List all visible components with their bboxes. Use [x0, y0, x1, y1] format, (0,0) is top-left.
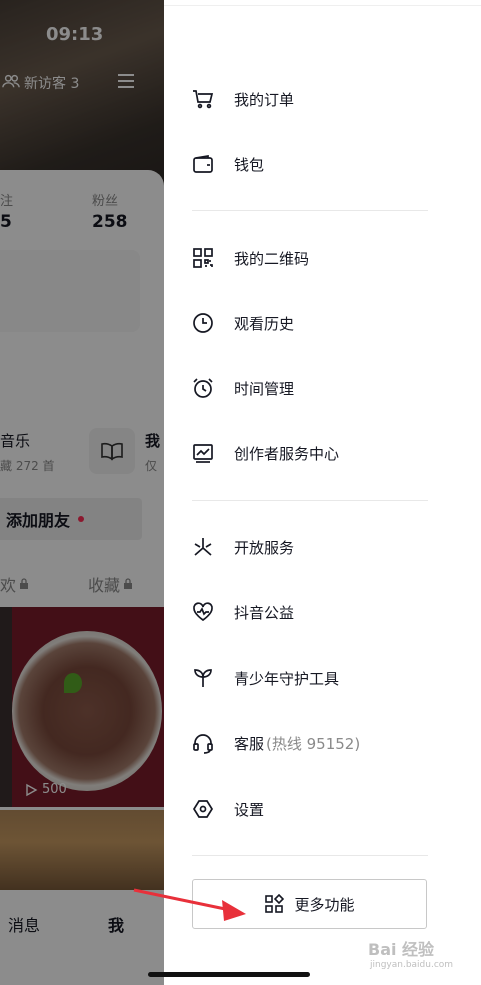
- clock-icon: [192, 312, 214, 334]
- menu-label: 抖音公益: [234, 603, 295, 622]
- menu-label: 青少年守护工具: [234, 669, 340, 688]
- menu-label: 客服: [234, 734, 265, 753]
- chart-icon: [192, 442, 214, 464]
- sprout-icon: [192, 667, 214, 689]
- menu-label: 我的二维码: [234, 249, 310, 268]
- annotation-arrow-icon: [133, 888, 246, 921]
- home-indicator[interactable]: [148, 972, 310, 977]
- menu-item-history[interactable]: 观看历史: [192, 311, 294, 335]
- menu-divider: [192, 500, 428, 501]
- hotline-text: (热线 95152): [266, 734, 361, 753]
- cart-icon: [192, 88, 214, 110]
- menu-label: 创作者服务中心: [234, 444, 340, 463]
- more-features-label: 更多功能: [294, 895, 355, 914]
- settings-icon: [192, 798, 214, 820]
- menu-item-open-services[interactable]: 开放服务: [192, 535, 294, 559]
- heart-icon: [192, 601, 214, 623]
- menu-item-wallet[interactable]: 钱包: [192, 152, 264, 176]
- drawer-top-divider: [164, 5, 481, 6]
- menu-item-time-management[interactable]: 时间管理: [192, 376, 294, 400]
- menu-item-creator-center[interactable]: 创作者服务中心: [192, 441, 339, 465]
- spark-icon: [192, 536, 214, 558]
- menu-label: 我的订单: [234, 90, 295, 109]
- menu-item-charity[interactable]: 抖音公益: [192, 600, 294, 624]
- watermark-url: jingyan.baidu.com: [370, 960, 454, 970]
- menu-item-youth-protection[interactable]: 青少年守护工具: [192, 666, 339, 690]
- dim-overlay[interactable]: [0, 0, 164, 985]
- menu-label: 时间管理: [234, 379, 295, 398]
- menu-label: 开放服务: [234, 538, 295, 557]
- menu-item-qrcode[interactable]: 我的二维码: [192, 246, 309, 270]
- menu-divider: [192, 855, 428, 856]
- alarm-icon: [192, 377, 214, 399]
- wallet-icon: [192, 153, 214, 175]
- menu-divider: [192, 210, 428, 211]
- menu-label: 钱包: [234, 155, 265, 174]
- menu-item-customer-service[interactable]: 客服 (热线 95152): [192, 731, 360, 755]
- profile-page-background: 09:13 新访客 3 注 5 粉丝 258 音乐 藏 272 首 我 仅 添加…: [0, 0, 164, 985]
- menu-label: 设置: [234, 800, 265, 819]
- watermark-logo: Bai 经验: [368, 940, 435, 959]
- qrcode-icon: [192, 247, 214, 269]
- menu-item-settings[interactable]: 设置: [192, 797, 264, 821]
- menu-label: 观看历史: [234, 314, 295, 333]
- menu-item-orders[interactable]: 我的订单: [192, 87, 294, 111]
- headset-icon: [192, 732, 214, 754]
- grid-icon: [265, 894, 285, 913]
- side-drawer: 我的订单 钱包 我的二维码 观看历史 时间管理 创作者服务中心 开放服务 抖音公…: [164, 0, 481, 985]
